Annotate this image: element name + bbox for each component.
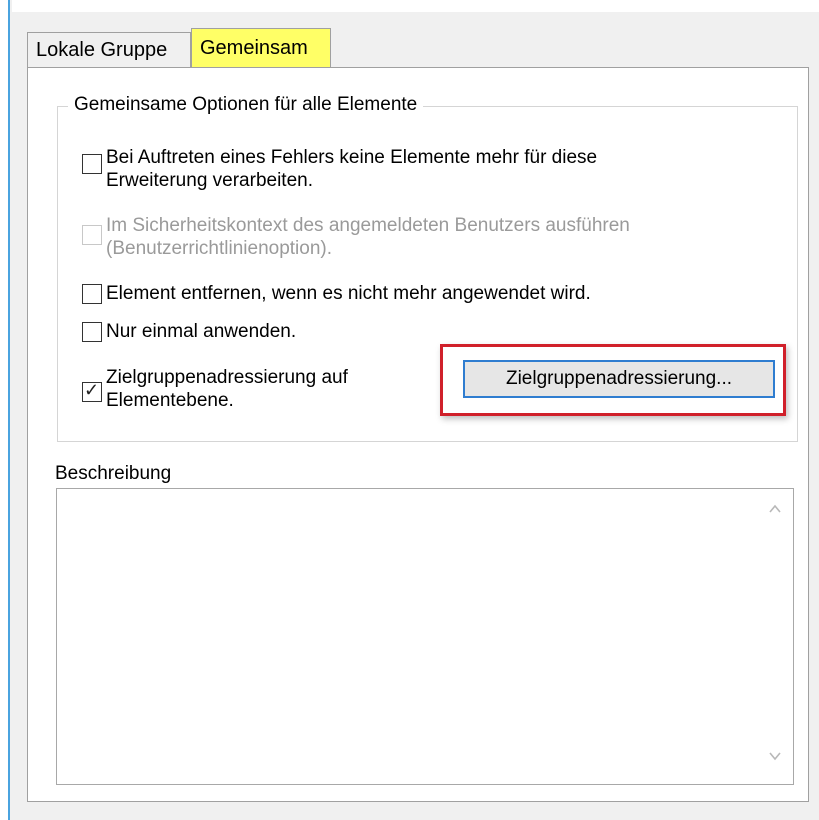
option-stop-on-error-label: Bei Auftreten eines Fehlers keine Elemen… — [106, 146, 597, 192]
checkbox-apply-once[interactable] — [82, 322, 102, 342]
checkbox-user-security-context[interactable] — [82, 225, 102, 245]
tab-lokale-gruppe[interactable]: Lokale Gruppe — [27, 32, 191, 68]
description-text — [57, 489, 793, 501]
options-group-title: Gemeinsame Optionen für alle Elemente — [68, 93, 424, 117]
targeting-button[interactable]: Zielgruppenadressierung... — [463, 360, 775, 398]
checkbox-stop-on-error[interactable] — [82, 154, 102, 174]
option-remove-when-not-applied-label: Element entfernen, wenn es nicht mehr an… — [106, 283, 591, 304]
window-left-edge — [0, 0, 10, 820]
tab-gemeinsam[interactable]: Gemeinsam — [191, 28, 331, 68]
option-label-line: (Benutzerrichtlinienoption). — [106, 238, 333, 259]
window-top-strip — [12, 0, 819, 12]
option-label-line: Im Sicherheitskontext des angemeldeten B… — [106, 215, 630, 236]
chevron-up-icon[interactable] — [767, 501, 783, 517]
checkmark-icon: ✓ — [84, 380, 100, 400]
chevron-down-icon[interactable] — [767, 748, 783, 764]
option-label-line: Bei Auftreten eines Fehlers keine Elemen… — [106, 147, 598, 168]
checkbox-remove-when-not-applied[interactable] — [82, 284, 102, 304]
checkbox-item-level-targeting[interactable]: ✓ — [82, 380, 102, 402]
description-textarea[interactable] — [56, 488, 794, 785]
option-apply-once-label: Nur einmal anwenden. — [106, 321, 297, 342]
option-label-line: Elementebene. — [106, 390, 234, 411]
option-label-line: Erweiterung verarbeiten. — [106, 170, 313, 191]
option-item-level-targeting-label: Zielgruppenadressierung auf Elementebene… — [106, 366, 348, 412]
description-label: Beschreibung — [55, 463, 172, 484]
option-user-security-context-label: Im Sicherheitskontext des angemeldeten B… — [106, 214, 630, 260]
option-label-line: Zielgruppenadressierung auf — [106, 367, 348, 388]
